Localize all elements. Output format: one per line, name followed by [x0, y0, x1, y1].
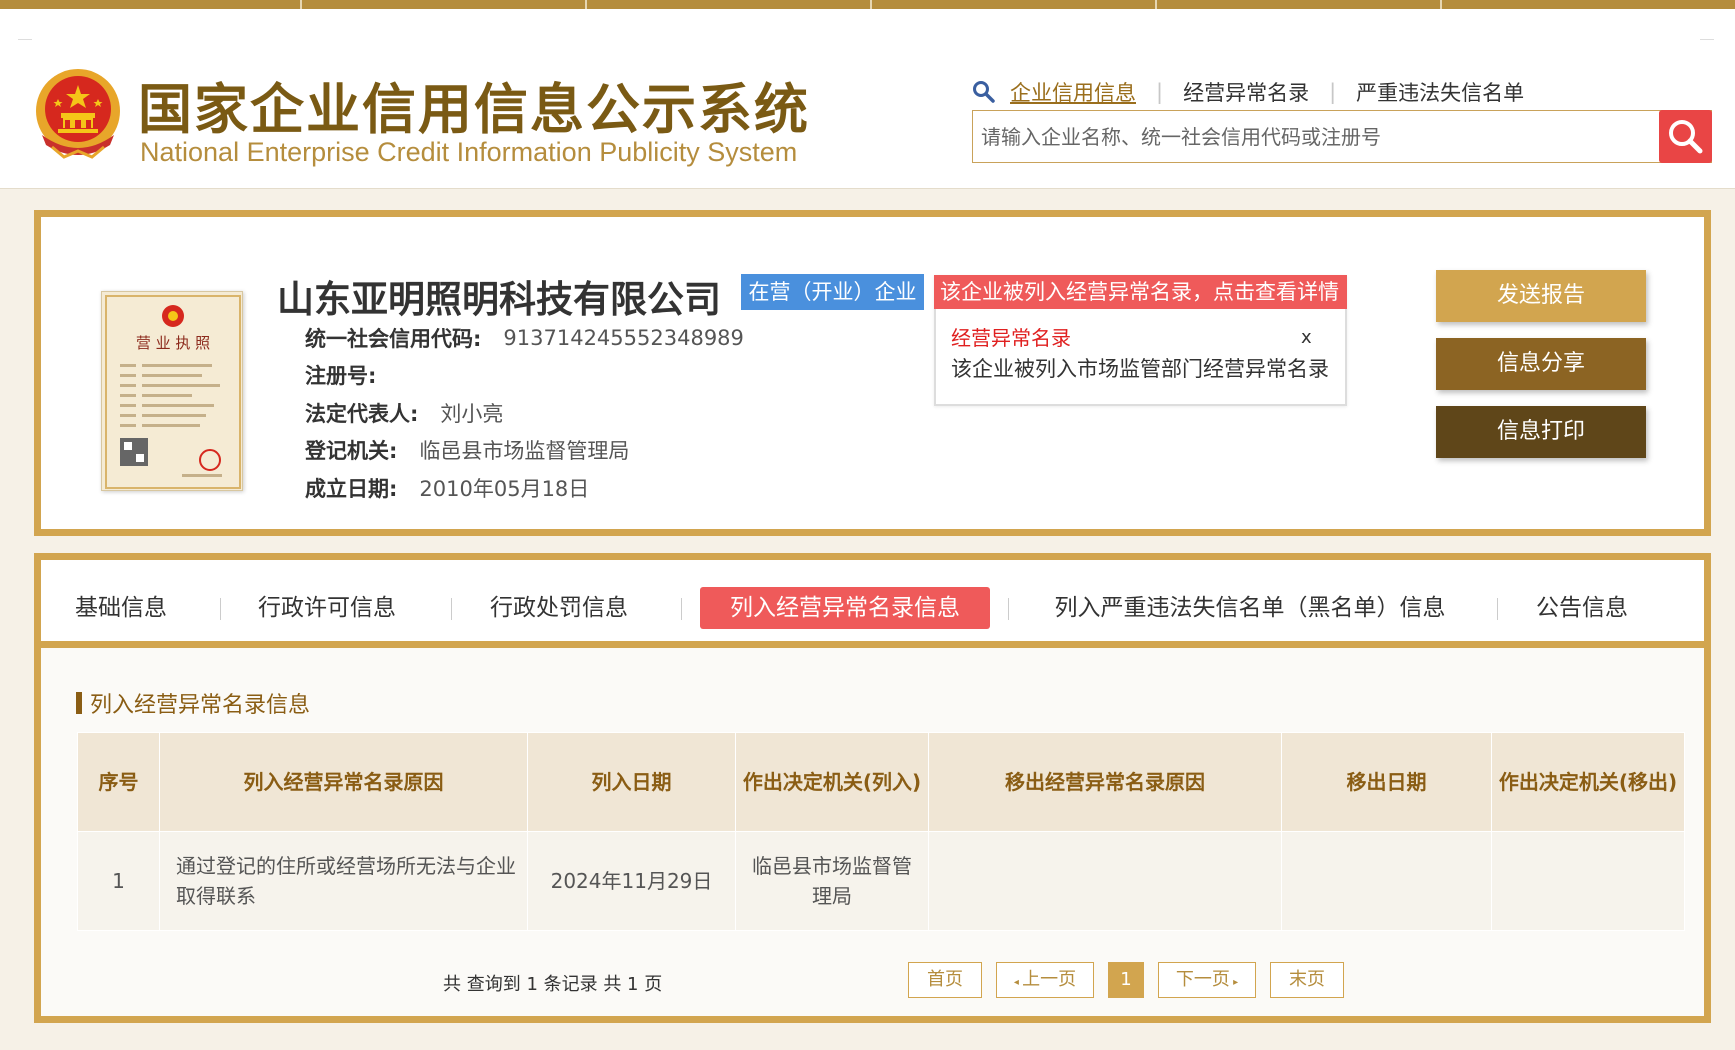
col-header-remove-date: 移出日期: [1281, 732, 1492, 832]
info-row-credit-code: 统一社会信用代码: 913714245552348989: [305, 319, 744, 357]
pagination-info: 共 查询到 1 条记录 共 1 页: [443, 974, 663, 995]
action-buttons: 发送报告 信息分享 信息打印: [1436, 270, 1646, 474]
tab-abnormal-list[interactable]: 列入经营异常名录信息: [700, 587, 990, 629]
cell-date: 2024年11月29日: [527, 831, 736, 931]
last-page-button[interactable]: 末页: [1270, 962, 1344, 998]
site-title-en: National Enterprise Credit Information P…: [140, 137, 798, 167]
info-label: 成立日期:: [305, 476, 398, 501]
col-header-authority-in: 作出决定机关(列入): [735, 732, 929, 832]
info-label: 法定代表人:: [305, 401, 419, 426]
site-header: 国家企业信用信息公示系统 National Enterprise Credit …: [0, 9, 1735, 189]
prev-page-button[interactable]: ◂ 上一页: [996, 962, 1094, 998]
cell-reason: 通过登记的住所或经营场所无法与企业取得联系: [159, 831, 528, 931]
tab-separator: [451, 598, 452, 620]
section-bar: [76, 692, 82, 714]
link-separator: |: [1156, 80, 1164, 104]
info-tabs: 基础信息 行政许可信息 行政处罚信息 列入经营异常名录信息 列入严重违法失信名单…: [41, 560, 1704, 648]
info-label: 注册号:: [305, 364, 377, 389]
info-row-established: 成立日期: 2010年05月18日: [305, 469, 744, 507]
cell-remove-reason: [928, 831, 1282, 931]
search-icon: [973, 81, 995, 103]
page-1-button[interactable]: 1: [1108, 962, 1144, 998]
tab-blacklist[interactable]: 列入严重违法失信名单（黑名单）信息: [1035, 587, 1465, 629]
strip-divider: [1440, 0, 1442, 9]
main-panel: 基础信息 行政许可信息 行政处罚信息 列入经营异常名录信息 列入严重违法失信名单…: [34, 553, 1711, 1023]
info-value: 临邑县市场监督管理局: [419, 439, 630, 464]
first-page-button[interactable]: 首页: [908, 962, 982, 998]
alert-header-link[interactable]: 该企业被列入经营异常名录，点击查看详情: [934, 275, 1347, 309]
abnormal-alert-popup: 该企业被列入经营异常名录，点击查看详情 经营异常名录 x 该企业被列入市场监管部…: [934, 275, 1347, 406]
tab-admin-penalty[interactable]: 行政处罚信息: [469, 587, 649, 629]
info-row-authority: 登记机关: 临邑县市场监督管理局: [305, 432, 744, 470]
send-report-button[interactable]: 发送报告: [1436, 270, 1646, 322]
table-header-row: 序号 列入经营异常名录原因 列入日期 作出决定机关(列入) 移出经营异常名录原因…: [77, 732, 1685, 832]
tab-separator: [1497, 598, 1498, 620]
cell-authority-in: 临邑县市场监督管理局: [735, 831, 929, 931]
national-emblem-icon: [36, 69, 120, 159]
col-header-date: 列入日期: [527, 732, 736, 832]
cell-authority-out: [1491, 831, 1685, 931]
info-value: 刘小亮: [440, 401, 504, 426]
info-row-registration-no: 注册号:: [305, 357, 744, 395]
next-page-button[interactable]: 下一页 ▸: [1158, 962, 1256, 998]
alert-text: 该企业被列入市场监管部门经营异常名录: [951, 357, 1329, 381]
col-header-index: 序号: [77, 732, 160, 832]
tab-admin-license[interactable]: 行政许可信息: [237, 587, 417, 629]
strip-divider: [300, 0, 302, 9]
business-license-icon: 营 业 执 照: [105, 295, 241, 489]
col-header-authority-out: 作出决定机关(移出): [1491, 732, 1685, 832]
info-row-legal-rep: 法定代表人: 刘小亮: [305, 394, 744, 432]
next-page-label: 下一页: [1175, 969, 1230, 990]
site-title-cn: 国家企业信用信息公示系统: [138, 77, 810, 141]
info-label: 登记机关:: [305, 439, 398, 464]
tab-separator: [220, 598, 221, 620]
alert-title: 经营异常名录: [951, 326, 1071, 350]
tab-separator: [681, 598, 682, 620]
info-label: 统一社会信用代码:: [305, 326, 482, 351]
company-name: 山东亚明照明科技有限公司: [277, 278, 721, 321]
info-value: 913714245552348989: [503, 325, 744, 350]
abnormal-records-table: 序号 列入经营异常名录原因 列入日期 作出决定机关(列入) 移出经营异常名录原因…: [77, 732, 1685, 931]
tab-basic-info[interactable]: 基础信息: [41, 587, 201, 629]
strip-divider: [870, 0, 872, 9]
link-separator: |: [1329, 80, 1337, 104]
prev-arrow-icon: ◂: [1013, 977, 1023, 988]
search-box: [972, 110, 1712, 163]
tab-announcement[interactable]: 公告信息: [1517, 587, 1647, 629]
tab-separator: [1008, 598, 1009, 620]
col-header-remove-reason: 移出经营异常名录原因: [928, 732, 1282, 832]
section-title: 列入经营异常名录信息: [76, 687, 310, 719]
link-enterprise-credit[interactable]: 企业信用信息: [1010, 77, 1136, 107]
company-panel: 营 业 执 照 山东亚明照明科技有限公司 在营（开业）企业 统一社会信用代码: …: [34, 210, 1711, 536]
license-label: 营 业 执 照: [136, 334, 210, 352]
link-abnormal-list[interactable]: 经营异常名录: [1183, 77, 1309, 107]
table-row: 1 通过登记的住所或经营场所无法与企业取得联系 2024年11月29日 临邑县市…: [77, 831, 1685, 931]
company-info: 统一社会信用代码: 913714245552348989 注册号: 法定代表人:…: [305, 319, 744, 507]
strip-divider: [585, 0, 587, 9]
info-value: 2010年05月18日: [419, 476, 590, 501]
link-blacklist[interactable]: 严重违法失信名单: [1356, 77, 1524, 107]
search-type-links: 企业信用信息 | 经营异常名录 | 严重违法失信名单: [972, 77, 1524, 107]
search-input[interactable]: [981, 119, 1621, 155]
business-license-image[interactable]: 营 业 执 照: [101, 291, 243, 491]
cell-index: 1: [77, 831, 160, 931]
print-info-button[interactable]: 信息打印: [1436, 406, 1646, 458]
section-title-text: 列入经营异常名录信息: [90, 693, 311, 718]
header-dash: [18, 39, 32, 40]
col-header-reason: 列入经营异常名录原因: [159, 732, 528, 832]
search-button[interactable]: [1659, 110, 1712, 163]
next-arrow-icon: ▸: [1229, 977, 1239, 988]
strip-divider: [1155, 0, 1157, 9]
close-icon[interactable]: x: [1301, 327, 1312, 348]
cell-remove-date: [1281, 831, 1492, 931]
status-badge: 在营（开业）企业: [741, 274, 924, 310]
header-dash: [1700, 39, 1714, 40]
top-strip: [0, 0, 1735, 9]
search-icon: [1669, 120, 1703, 154]
share-info-button[interactable]: 信息分享: [1436, 338, 1646, 390]
prev-page-label: 上一页: [1022, 969, 1077, 990]
